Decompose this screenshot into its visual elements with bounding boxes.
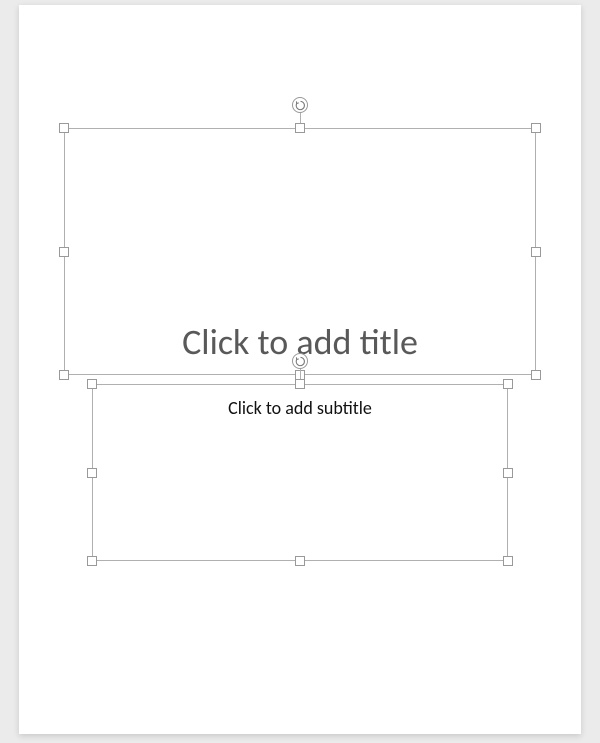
resize-handle-bottom-left[interactable] bbox=[59, 370, 69, 380]
title-text-box[interactable]: Click to add title bbox=[64, 128, 536, 375]
resize-handle-middle-right[interactable] bbox=[531, 247, 541, 257]
slide-canvas[interactable]: Click to add title Click to add subtitle bbox=[19, 5, 581, 734]
resize-handle-middle-left[interactable] bbox=[87, 468, 97, 478]
resize-handle-middle-right[interactable] bbox=[503, 468, 513, 478]
resize-handle-top-left[interactable] bbox=[87, 379, 97, 389]
rotate-icon bbox=[295, 356, 306, 367]
resize-handle-bottom-right[interactable] bbox=[531, 370, 541, 380]
resize-handle-top-left[interactable] bbox=[59, 123, 69, 133]
resize-handle-top-right[interactable] bbox=[503, 379, 513, 389]
subtitle-text-box[interactable]: Click to add subtitle bbox=[92, 384, 508, 561]
resize-handle-top-right[interactable] bbox=[531, 123, 541, 133]
rotate-handle[interactable] bbox=[292, 97, 308, 113]
subtitle-placeholder-text[interactable]: Click to add subtitle bbox=[93, 397, 507, 419]
rotate-icon bbox=[295, 100, 306, 111]
rotate-handle[interactable] bbox=[292, 353, 308, 369]
resize-handle-top-middle[interactable] bbox=[295, 123, 305, 133]
resize-handle-bottom-right[interactable] bbox=[503, 556, 513, 566]
resize-handle-middle-left[interactable] bbox=[59, 247, 69, 257]
resize-handle-bottom-middle[interactable] bbox=[295, 556, 305, 566]
resize-handle-top-middle[interactable] bbox=[295, 379, 305, 389]
resize-handle-bottom-left[interactable] bbox=[87, 556, 97, 566]
